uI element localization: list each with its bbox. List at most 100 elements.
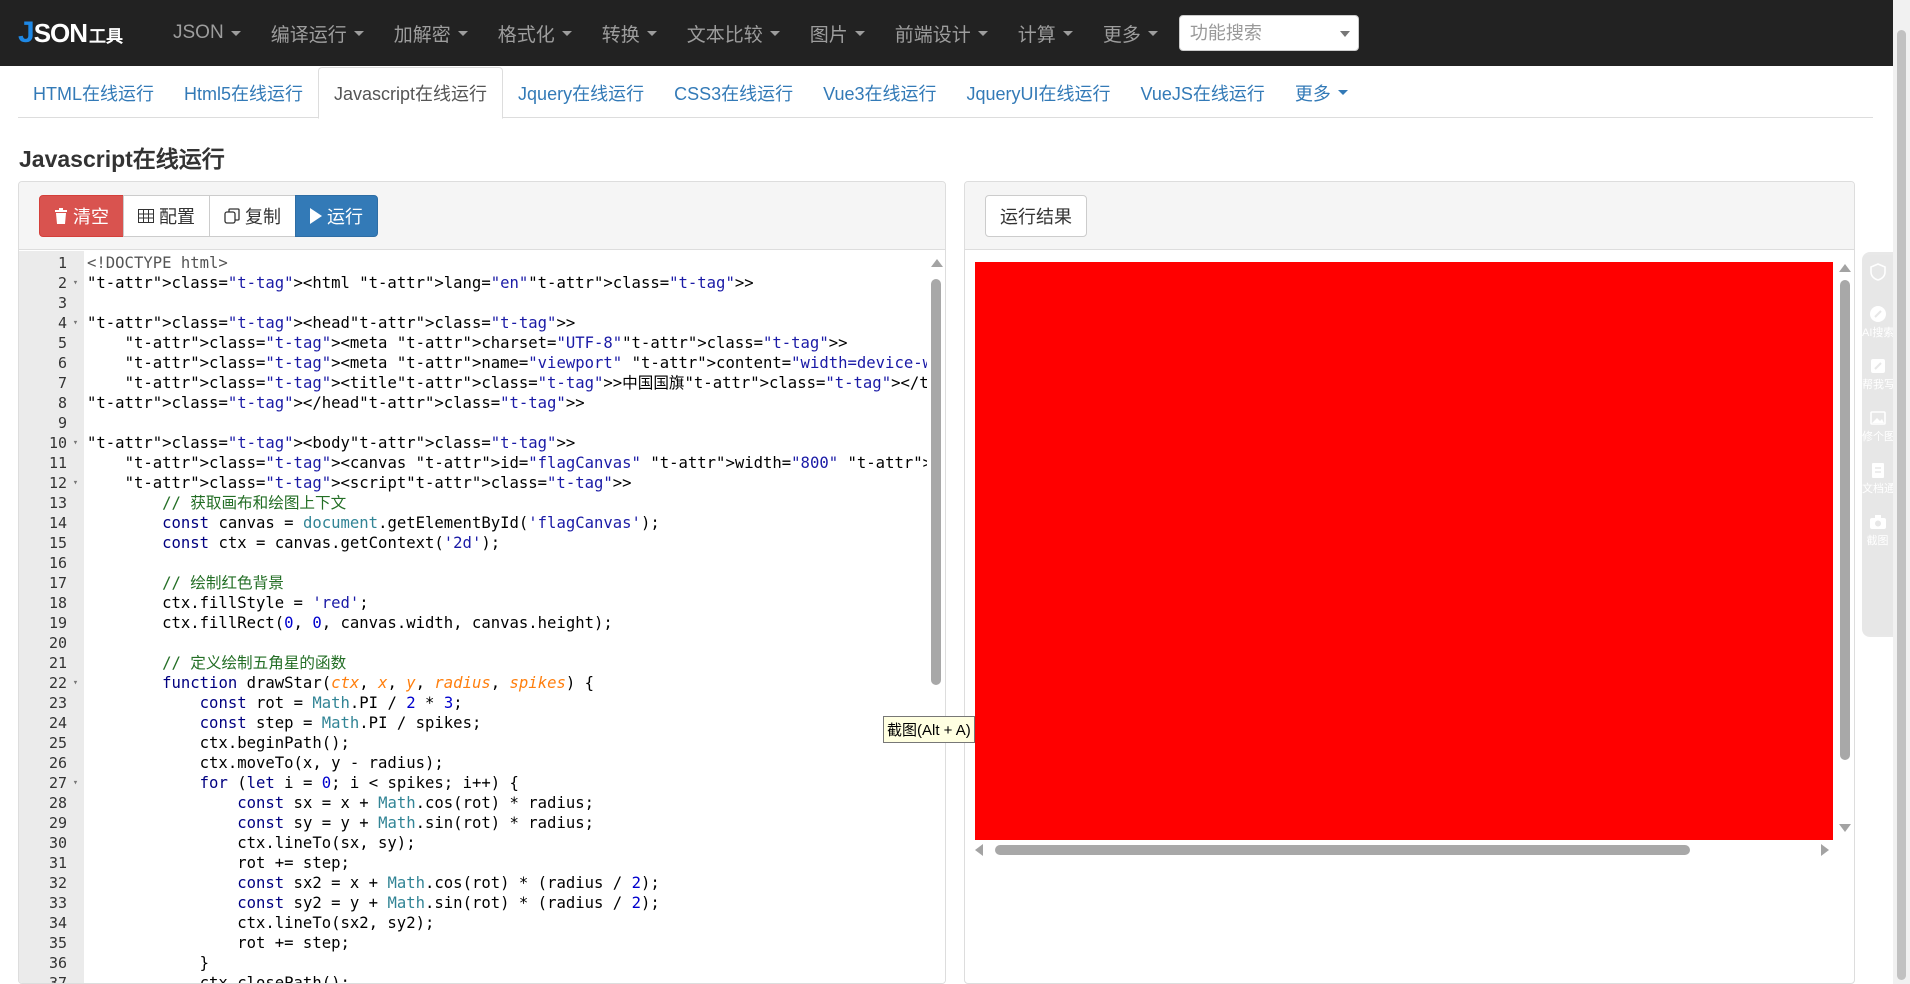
- nav-item-label: 图片: [809, 24, 848, 46]
- code-line[interactable]: 35 rot += step;: [19, 933, 925, 953]
- result-vertical-scrollbar[interactable]: [1837, 262, 1853, 840]
- editor-scrollbar-thumb[interactable]: [931, 279, 941, 685]
- dropdown-arrow-icon[interactable]: [1339, 31, 1350, 37]
- code-line[interactable]: 33 const sy2 = y + Math.sin(rot) * (radi…: [19, 893, 925, 913]
- code-line[interactable]: 8 "t-attr">class="t-tag"></head"t-attr">c…: [19, 393, 925, 413]
- code-line[interactable]: 31 rot += step;: [19, 853, 925, 873]
- nav-item-encrypt-decrypt[interactable]: 加解密: [379, 0, 483, 66]
- tab-html-online[interactable]: HTML在线运行: [18, 67, 169, 118]
- fold-arrow-icon[interactable]: ▾: [67, 473, 84, 493]
- page-scrollbar-thumb[interactable]: [1897, 30, 1906, 980]
- code-line[interactable]: 26 ctx.moveTo(x, y - radius);: [19, 753, 925, 773]
- fold-arrow-icon[interactable]: ▾: [67, 773, 84, 793]
- nav-item-more[interactable]: 更多: [1088, 0, 1173, 66]
- nav-item-compile-run[interactable]: 编译运行: [256, 0, 379, 66]
- float-item-shield[interactable]: [1862, 262, 1893, 282]
- code-line[interactable]: 30 ctx.lineTo(sx, sy);: [19, 833, 925, 853]
- code-lines[interactable]: 1 <!DOCTYPE html> 2 ▾ "t-attr">class="t-tag"…: [19, 253, 945, 983]
- code-line[interactable]: 9: [19, 413, 925, 433]
- result-vscroll-thumb[interactable]: [1840, 280, 1850, 760]
- code-line[interactable]: 12 ▾ "t-attr">class="t-tag"><script"t-att…: [19, 473, 925, 493]
- code-line[interactable]: 24 const step = Math.PI / spikes;: [19, 713, 925, 733]
- editor-scrollbar[interactable]: [927, 251, 945, 983]
- code-line[interactable]: 20: [19, 633, 925, 653]
- code-line[interactable]: 10 ▾ "t-attr">class="t-tag"><body"t-attr">…: [19, 433, 925, 453]
- code-line[interactable]: 25 ctx.beginPath();: [19, 733, 925, 753]
- tab-html5-online[interactable]: Html5在线运行: [169, 67, 318, 118]
- code-line[interactable]: 15 const ctx = canvas.getContext('2d');: [19, 533, 925, 553]
- line-number: 17: [48, 574, 67, 592]
- code-line[interactable]: 23 const rot = Math.PI / 2 * 3;: [19, 693, 925, 713]
- nav-item-format[interactable]: 格式化: [483, 0, 587, 66]
- fold-arrow-icon[interactable]: ▾: [67, 433, 84, 453]
- feature-search-input[interactable]: [1189, 22, 1330, 44]
- result-iframe[interactable]: [975, 262, 1851, 866]
- code-line[interactable]: 16: [19, 553, 925, 573]
- site-logo[interactable]: J SON 工具: [18, 16, 158, 50]
- copy-button[interactable]: 复制: [209, 194, 296, 237]
- code-line[interactable]: 7 "t-attr">class="t-tag"><title"t-attr">…: [19, 373, 945, 393]
- code-line[interactable]: 19 ctx.fillRect(0, 0, canvas.width, canv…: [19, 613, 925, 633]
- nav-item-convert[interactable]: 转换: [587, 0, 672, 66]
- nav-item-calculate[interactable]: 计算: [1003, 0, 1088, 66]
- tab-jqueryui-online[interactable]: JqueryUI在线运行: [951, 67, 1125, 118]
- scroll-right-arrow-icon[interactable]: [1821, 844, 1829, 856]
- tab-vue3-online[interactable]: Vue3在线运行: [808, 67, 951, 118]
- fold-arrow-icon[interactable]: ▾: [67, 673, 84, 693]
- code-line[interactable]: 1 <!DOCTYPE html>: [19, 253, 925, 273]
- tab-jquery-online[interactable]: Jquery在线运行: [503, 67, 659, 118]
- scroll-left-arrow-icon[interactable]: [975, 844, 983, 856]
- code-line[interactable]: 13 // 获取画布和绘图上下文: [19, 493, 925, 513]
- fold-arrow-icon[interactable]: ▾: [67, 313, 84, 333]
- nav-item-text-compare[interactable]: 文本比较: [672, 0, 795, 66]
- code-line[interactable]: 37 ctx.closePath();: [19, 973, 925, 983]
- clear-button[interactable]: 清空: [39, 194, 124, 237]
- float-item-document[interactable]: 文档通: [1862, 460, 1893, 496]
- tab-javascript-online[interactable]: Javascript在线运行: [318, 67, 504, 119]
- tab-css3-online[interactable]: CSS3在线运行: [659, 67, 808, 118]
- code-line[interactable]: 2 ▾ "t-attr">class="t-tag"><html "t-attr">…: [19, 273, 925, 293]
- float-item-ai-search[interactable]: AI搜索: [1862, 304, 1893, 340]
- code-line[interactable]: 29 const sy = y + Math.sin(rot) * radius…: [19, 813, 925, 833]
- scroll-down-arrow-icon[interactable]: [1839, 824, 1851, 832]
- line-number: 6: [57, 354, 67, 372]
- scroll-up-arrow-icon[interactable]: [931, 259, 943, 267]
- tab-more[interactable]: 更多: [1280, 67, 1363, 118]
- page-scrollbar[interactable]: [1893, 0, 1910, 984]
- feature-search-select[interactable]: [1178, 15, 1359, 51]
- nav-item-json[interactable]: JSON: [158, 0, 256, 66]
- run-result-button[interactable]: 运行结果: [985, 194, 1087, 237]
- code-line[interactable]: 5 "t-attr">class="t-tag"><meta "t-attr">…: [19, 333, 925, 353]
- code-line[interactable]: 17 // 绘制红色背景: [19, 573, 925, 593]
- fold-arrow-icon[interactable]: ▾: [67, 273, 84, 293]
- code-line[interactable]: 18 ctx.fillStyle = 'red';: [19, 593, 925, 613]
- code-line[interactable]: 27 ▾ for (let i = 0; i < spikes; i++) {: [19, 773, 925, 793]
- code-line[interactable]: 34 ctx.lineTo(sx2, sy2);: [19, 913, 925, 933]
- code-line[interactable]: 28 const sx = x + Math.cos(rot) * radius…: [19, 793, 925, 813]
- code-line[interactable]: 3: [19, 293, 925, 313]
- float-item-write[interactable]: 帮我写: [1862, 356, 1893, 392]
- code-line[interactable]: 36 }: [19, 953, 925, 973]
- scroll-up-arrow-icon[interactable]: [1839, 264, 1851, 272]
- code-line[interactable]: 6 "t-attr">class="t-tag"><meta "t-attr">…: [19, 353, 945, 373]
- nav-menu: JSON 编译运行 加解密 格式化 转换 文本比较 图片 前端设计 计算 更多: [158, 0, 1173, 66]
- run-button[interactable]: 运行: [295, 194, 378, 237]
- code-line[interactable]: 4 ▾ "t-attr">class="t-tag"><head"t-attr">c…: [19, 313, 925, 333]
- tab-vuejs-online[interactable]: VueJS在线运行: [1126, 67, 1280, 118]
- code-line[interactable]: 21 // 定义绘制五角星的函数: [19, 653, 925, 673]
- code-editor[interactable]: 1 <!DOCTYPE html> 2 ▾ "t-attr">class="t-tag"…: [19, 251, 945, 983]
- code-line[interactable]: 32 const sx2 = x + Math.cos(rot) * (radi…: [19, 873, 925, 893]
- float-item-screenshot[interactable]: 截图: [1862, 512, 1893, 548]
- code-line[interactable]: 22 ▾ function drawStar(ctx, x, y, radius,…: [19, 673, 925, 693]
- code-text: ctx.fillStyle = 'red';: [87, 594, 369, 612]
- nav-item-image[interactable]: 图片: [795, 0, 880, 66]
- float-item-image-edit[interactable]: 修个图: [1862, 408, 1893, 444]
- code-line[interactable]: 14 const canvas = document.getElementByI…: [19, 513, 925, 533]
- code-line[interactable]: 11 "t-attr">class="t-tag"><canvas "t-att…: [19, 453, 945, 473]
- result-hscroll-thumb[interactable]: [995, 845, 1690, 855]
- result-horizontal-scrollbar[interactable]: [975, 842, 1833, 858]
- config-button[interactable]: 配置: [123, 194, 210, 237]
- nav-item-frontend-design[interactable]: 前端设计: [880, 0, 1003, 66]
